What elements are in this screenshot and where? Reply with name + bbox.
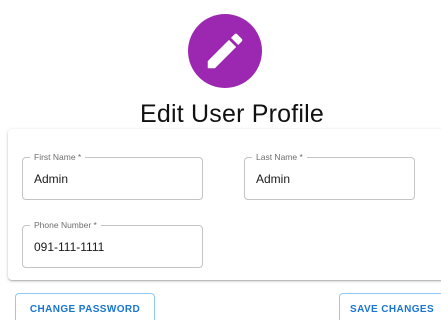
- pencil-icon: [207, 33, 243, 69]
- last-name-input[interactable]: [256, 171, 407, 187]
- edit-profile-page: Edit User Profile First Name * Last Name…: [0, 0, 441, 320]
- first-name-input[interactable]: [34, 171, 195, 187]
- first-name-label: First Name *: [30, 151, 86, 163]
- phone-number-input[interactable]: [34, 239, 195, 255]
- last-name-label: Last Name *: [252, 151, 307, 163]
- phone-number-label: Phone Number *: [30, 219, 101, 231]
- profile-form-card: First Name * Last Name * Phone Number *: [8, 129, 441, 280]
- page-title: Edit User Profile: [139, 100, 324, 128]
- phone-number-field[interactable]: Phone Number *: [22, 219, 203, 268]
- last-name-field[interactable]: Last Name *: [244, 151, 415, 200]
- avatar: [188, 14, 262, 88]
- change-password-button[interactable]: CHANGE PASSWORD: [15, 293, 155, 320]
- save-changes-button[interactable]: SAVE CHANGES: [339, 293, 441, 320]
- first-name-field[interactable]: First Name *: [22, 151, 203, 200]
